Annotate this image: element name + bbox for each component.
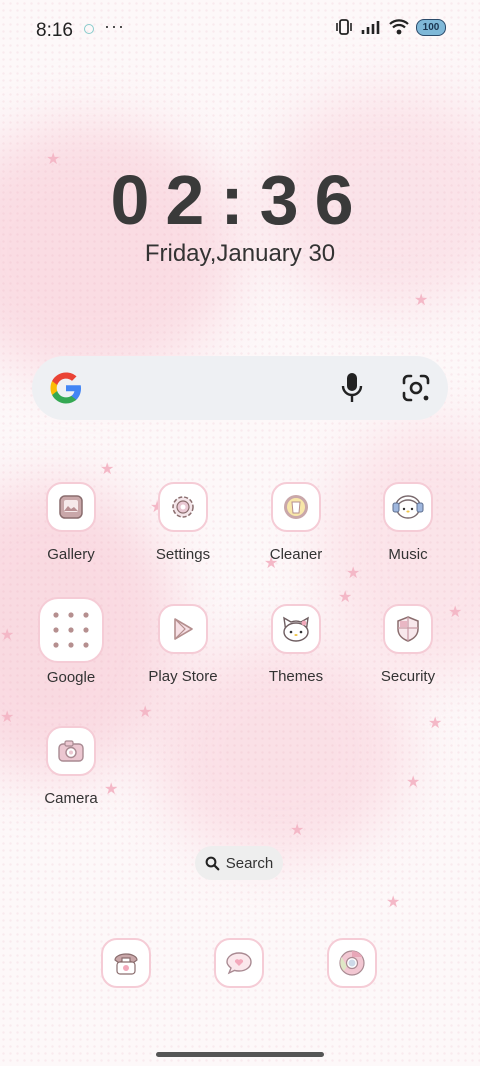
chrome-icon — [327, 938, 377, 988]
more-notifications-icon: ··· — [104, 16, 125, 36]
app-settings[interactable]: Settings — [128, 482, 238, 563]
cellular-signal-icon — [361, 21, 380, 34]
cleaner-icon — [271, 482, 321, 532]
gear-icon — [158, 482, 208, 532]
headphones-icon — [383, 482, 433, 532]
dock-phone[interactable] — [101, 938, 151, 988]
gesture-navigation-bar[interactable] — [156, 1052, 324, 1057]
folder-google[interactable]: Google — [16, 597, 126, 686]
app-label: Play Store — [148, 668, 218, 685]
clock-widget-time[interactable]: 02:36 — [0, 160, 480, 240]
google-g-icon — [50, 372, 81, 404]
battery-level: 100 — [422, 21, 440, 33]
search-icon — [205, 856, 220, 870]
messages-icon — [214, 938, 264, 988]
microphone-icon[interactable] — [338, 370, 366, 406]
app-label: Themes — [268, 668, 324, 685]
google-search-bar[interactable] — [32, 356, 448, 420]
vibrate-icon — [336, 19, 352, 35]
phone-icon — [101, 938, 151, 988]
status-time: 8:16 — [36, 20, 73, 41]
google-lens-icon[interactable] — [400, 372, 432, 404]
status-bar: 8:16 ··· 100 — [0, 0, 480, 60]
play-store-icon — [158, 604, 208, 654]
dock-chrome[interactable] — [327, 938, 377, 988]
app-security[interactable]: Security — [353, 604, 463, 685]
camera-icon — [46, 726, 96, 776]
app-label: Cleaner — [269, 546, 323, 563]
gallery-icon — [46, 482, 96, 532]
app-label: Camera — [44, 790, 98, 807]
dock-messages[interactable] — [214, 938, 264, 988]
app-themes[interactable]: Themes — [241, 604, 351, 685]
app-gallery[interactable]: Gallery — [16, 482, 126, 563]
app-cleaner[interactable]: Cleaner — [241, 482, 351, 563]
kitty-face-icon — [271, 604, 321, 654]
app-music[interactable]: Music — [353, 482, 463, 563]
shield-icon — [383, 604, 433, 654]
app-play-store[interactable]: Play Store — [128, 604, 238, 685]
notification-dot-icon — [84, 24, 94, 34]
app-label: Gallery — [47, 546, 95, 563]
wifi-icon — [389, 19, 409, 35]
app-camera[interactable]: Camera — [16, 726, 126, 807]
app-label: Settings — [155, 546, 211, 563]
app-label: Security — [380, 668, 436, 685]
battery-icon: 100 — [416, 18, 446, 36]
app-label: Google — [46, 669, 96, 686]
app-search-button[interactable]: Search — [195, 846, 283, 880]
clock-widget-date[interactable]: Friday,January 30 — [0, 240, 480, 268]
app-search-label: Search — [225, 854, 274, 872]
app-label: Music — [388, 546, 428, 563]
folder-icon — [38, 597, 104, 663]
